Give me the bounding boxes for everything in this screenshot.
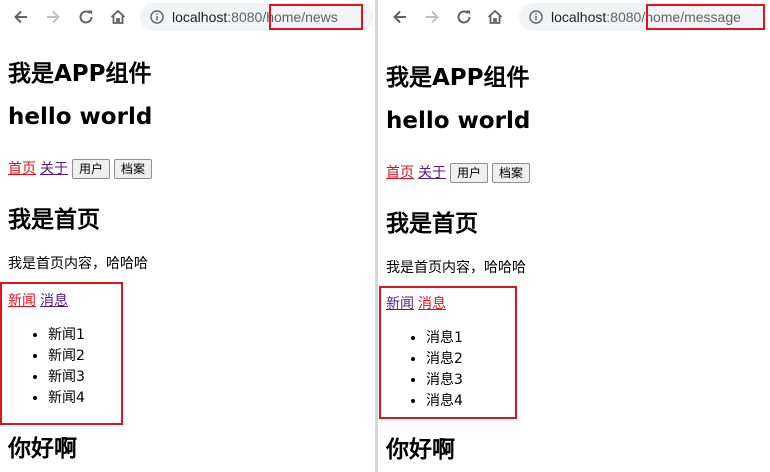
nav-link-about[interactable]: 关于 bbox=[40, 161, 68, 177]
browser-window-message: localhost:8080/home/message 我是APP组件 hell… bbox=[378, 0, 770, 472]
forward-arrow-icon[interactable] bbox=[41, 5, 65, 29]
greeting-heading: hello world bbox=[386, 108, 531, 134]
info-icon bbox=[150, 10, 164, 24]
sub-link-news[interactable]: 新闻 bbox=[386, 296, 414, 312]
main-nav: 首页 关于 用户 档案 bbox=[8, 158, 156, 179]
info-icon bbox=[529, 10, 543, 24]
reload-icon[interactable] bbox=[74, 5, 98, 29]
sub-link-message[interactable]: 消息 bbox=[418, 296, 446, 312]
browser-window-news: localhost:8080/home/news 我是APP组件 hello w… bbox=[0, 0, 376, 472]
nav-link-home[interactable]: 首页 bbox=[386, 165, 414, 181]
browser-toolbar: localhost:8080/home/news bbox=[0, 0, 376, 34]
url-host: localhost bbox=[172, 9, 228, 25]
url-path-highlight bbox=[646, 4, 765, 30]
forward-arrow-icon[interactable] bbox=[420, 5, 444, 29]
home-title: 我是首页 bbox=[386, 211, 478, 237]
browser-toolbar: localhost:8080/home/message bbox=[378, 0, 770, 34]
list-item: 消息2 bbox=[426, 349, 463, 370]
sub-link-message[interactable]: 消息 bbox=[40, 293, 68, 309]
reload-icon[interactable] bbox=[452, 5, 476, 29]
user-button[interactable]: 用户 bbox=[72, 159, 111, 179]
home-content-text: 我是首页内容，哈哈哈 bbox=[386, 260, 526, 276]
greeting-heading: hello world bbox=[8, 104, 153, 130]
back-arrow-icon[interactable] bbox=[388, 5, 412, 29]
nav-link-home[interactable]: 首页 bbox=[8, 161, 36, 177]
list-item: 新闻3 bbox=[48, 367, 85, 388]
home-icon[interactable] bbox=[483, 5, 507, 29]
url-port: :8080 bbox=[606, 9, 642, 25]
home-icon[interactable] bbox=[106, 5, 130, 29]
list-item: 新闻2 bbox=[48, 346, 85, 367]
main-nav: 首页 关于 用户 档案 bbox=[386, 162, 534, 183]
news-list: 新闻1 新闻2 新闻3 新闻4 bbox=[28, 325, 85, 409]
address-bar[interactable]: localhost:8080/home/message bbox=[519, 3, 765, 31]
archive-button[interactable]: 档案 bbox=[492, 163, 531, 183]
sub-nav: 新闻 消息 bbox=[8, 290, 72, 310]
url-host: localhost bbox=[551, 9, 607, 25]
list-item: 消息3 bbox=[426, 370, 463, 391]
sub-link-news[interactable]: 新闻 bbox=[8, 293, 36, 309]
home-title: 我是首页 bbox=[8, 207, 100, 233]
footer-heading: 你好啊 bbox=[8, 436, 77, 462]
url-path-highlight bbox=[269, 4, 363, 30]
list-item: 新闻1 bbox=[48, 325, 85, 346]
address-bar[interactable]: localhost:8080/home/news bbox=[140, 3, 374, 31]
footer-heading: 你好啊 bbox=[386, 437, 455, 463]
message-list: 消息1 消息2 消息3 消息4 bbox=[406, 328, 463, 412]
nav-link-about[interactable]: 关于 bbox=[418, 165, 446, 181]
sub-nav: 新闻 消息 bbox=[386, 293, 450, 313]
archive-button[interactable]: 档案 bbox=[114, 159, 153, 179]
list-item: 消息4 bbox=[426, 391, 463, 412]
home-content-text: 我是首页内容，哈哈哈 bbox=[8, 256, 148, 272]
app-title: 我是APP组件 bbox=[8, 61, 152, 87]
list-item: 新闻4 bbox=[48, 388, 85, 409]
list-item: 消息1 bbox=[426, 328, 463, 349]
user-button[interactable]: 用户 bbox=[450, 163, 489, 183]
url-port: :8080 bbox=[227, 9, 263, 25]
app-title: 我是APP组件 bbox=[386, 65, 530, 91]
back-arrow-icon[interactable] bbox=[9, 5, 33, 29]
